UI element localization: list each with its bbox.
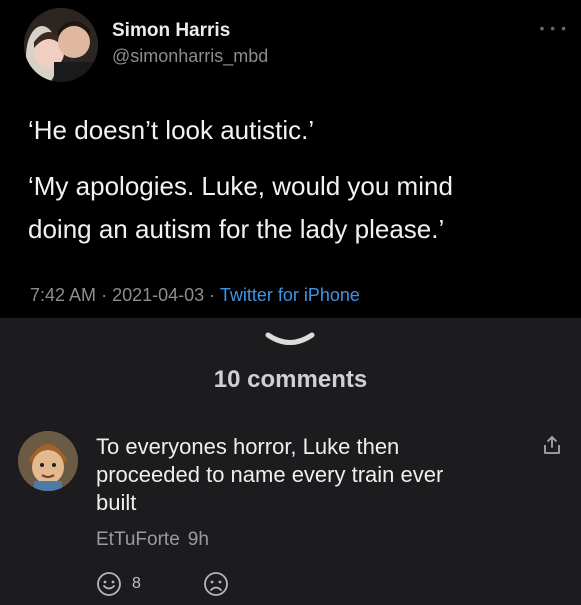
reaction-count: 8	[132, 575, 141, 592]
share-icon[interactable]	[541, 434, 563, 456]
tweet-source-link[interactable]: Twitter for iPhone	[220, 285, 360, 305]
comment-text-line: built	[96, 490, 137, 515]
comment-body: To everyones horror, Luke then proceeded…	[96, 433, 516, 517]
comment-age: 9h	[187, 529, 209, 550]
tweet-card: Simon Harris @simonharris_mbd • • • ‘He …	[0, 0, 581, 318]
comment-author[interactable]: EtTuForte	[96, 529, 180, 550]
comment-meta: EtTuForte 9h	[96, 529, 209, 551]
tweet-text-line: ‘He doesn’t look autistic.’	[28, 115, 315, 145]
more-options-icon[interactable]: • • •	[540, 20, 567, 36]
meta-separator: ·	[101, 285, 108, 305]
tweet-author-avatar[interactable]	[24, 8, 98, 82]
tweet-author-handle[interactable]: @simonharris_mbd	[112, 46, 268, 67]
comment-text-line: proceeded to name every train ever	[96, 462, 444, 487]
meta-separator: ·	[209, 285, 216, 305]
comment-author-avatar[interactable]	[18, 431, 78, 491]
tweet-text-line: doing an autism for the lady please.’	[28, 214, 445, 244]
tweet-author-name[interactable]: Simon Harris	[112, 20, 230, 42]
chevron-down-icon[interactable]	[264, 330, 316, 352]
comments-count-heading: 10 comments	[213, 366, 368, 393]
tweet-time: 7:42 AM	[30, 285, 97, 305]
smile-icon[interactable]	[96, 571, 122, 597]
tweet-text-line: ‘My apologies. Luke, would you mind	[28, 171, 453, 201]
tweet-meta: 7:42 AM · 2021-04-03 · Twitter for iPhon…	[30, 285, 360, 306]
frown-icon[interactable]	[203, 571, 229, 597]
tweet-date: 2021-04-03	[112, 285, 205, 305]
comment-text-line: To everyones horror, Luke then	[96, 434, 400, 459]
